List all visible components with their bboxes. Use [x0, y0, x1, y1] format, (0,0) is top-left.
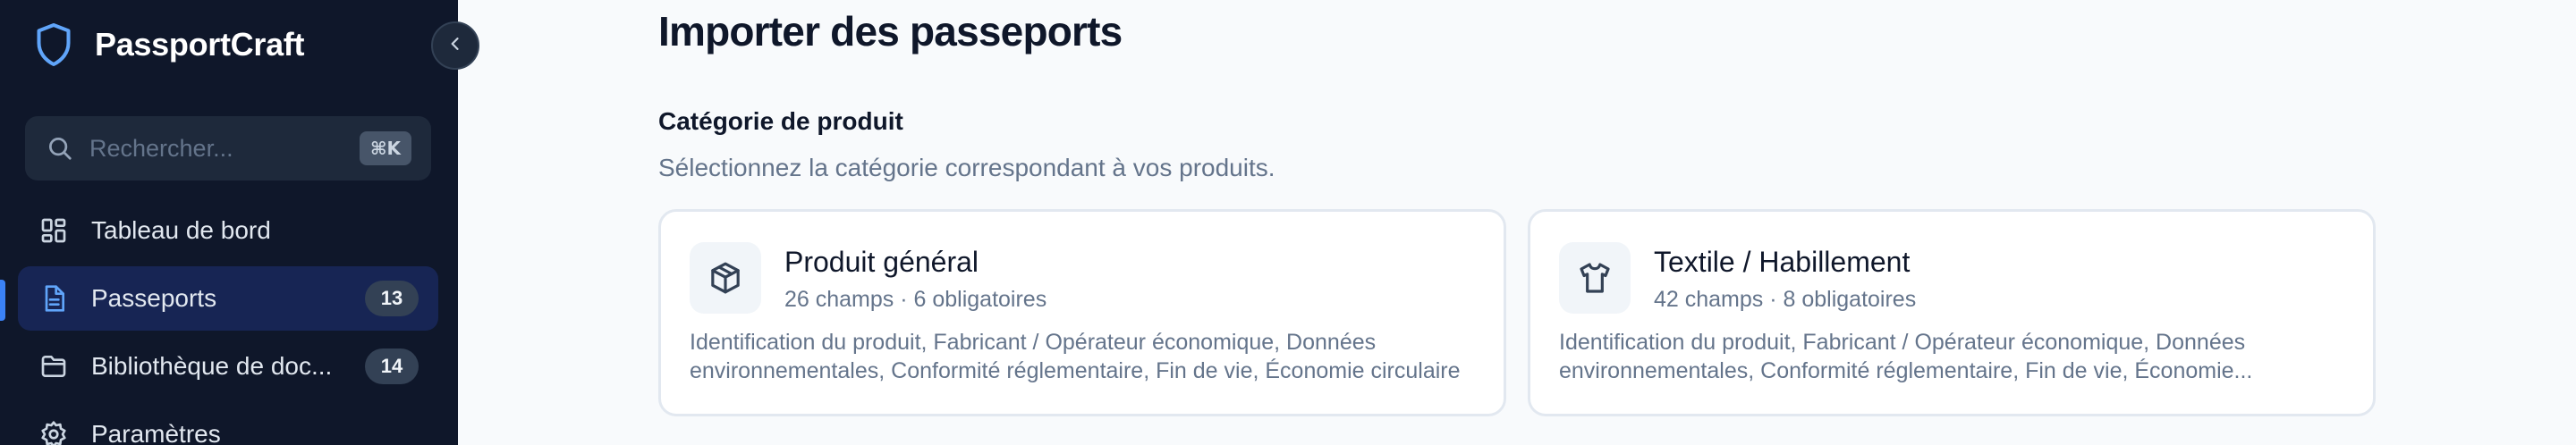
active-nav-indicator — [0, 280, 5, 321]
page-title: Importer des passeports — [658, 8, 1123, 55]
category-card-textile[interactable]: Textile / Habillement 42 champs · 8 obli… — [1528, 209, 2376, 416]
dashboard-icon — [38, 214, 70, 247]
section-label: Catégorie de produit — [658, 107, 903, 135]
search-input[interactable] — [89, 134, 358, 163]
package-icon — [690, 242, 761, 314]
sidebar-item-document-library[interactable]: Bibliothèque de doc... 14 — [18, 334, 438, 399]
count-badge: 14 — [365, 348, 419, 384]
sidebar-item-label: Paramètres — [91, 420, 221, 445]
search-shortcut-badge: ⌘K — [359, 131, 411, 165]
sidebar-item-passports[interactable]: Passeports 13 — [18, 266, 438, 331]
sidebar-item-dashboard[interactable]: Tableau de bord — [18, 198, 438, 263]
search-icon — [45, 133, 75, 164]
count-badge: 13 — [365, 281, 419, 316]
search-box[interactable]: ⌘K — [25, 116, 431, 181]
sidebar: PassportCraft ⌘K Tableau de bord Passepo… — [0, 0, 458, 445]
collapse-sidebar-button[interactable] — [431, 21, 479, 70]
brand[interactable]: PassportCraft — [32, 20, 304, 70]
category-description: Identification du produit, Fabricant / O… — [690, 330, 1461, 383]
chevron-left-icon — [446, 35, 464, 57]
main-content: Importer des passeports Catégorie de pro… — [458, 0, 2576, 445]
category-field-count: 42 champs · 8 obligatoires — [1654, 287, 1917, 312]
folder-icon — [38, 350, 70, 382]
category-card-general-product[interactable]: Produit général 26 champs · 6 obligatoir… — [658, 209, 1506, 416]
category-title: Textile / Habillement — [1654, 246, 1911, 278]
sidebar-item-label: Bibliothèque de doc... — [91, 352, 333, 380]
category-description: Identification du produit, Fabricant / O… — [1559, 330, 2253, 383]
sidebar-item-label: Passeports — [91, 284, 217, 312]
sidebar-item-label: Tableau de bord — [91, 216, 271, 244]
shirt-icon — [1559, 242, 1631, 314]
category-field-count: 26 champs · 6 obligatoires — [784, 287, 1047, 312]
app-name: PassportCraft — [95, 26, 305, 63]
section-description: Sélectionnez la catégorie correspondant … — [658, 154, 1275, 181]
sidebar-item-settings[interactable]: Paramètres — [18, 402, 438, 445]
shield-logo-icon — [32, 20, 75, 70]
gear-icon — [38, 418, 70, 445]
category-title: Produit général — [784, 246, 979, 278]
document-icon — [38, 282, 70, 315]
